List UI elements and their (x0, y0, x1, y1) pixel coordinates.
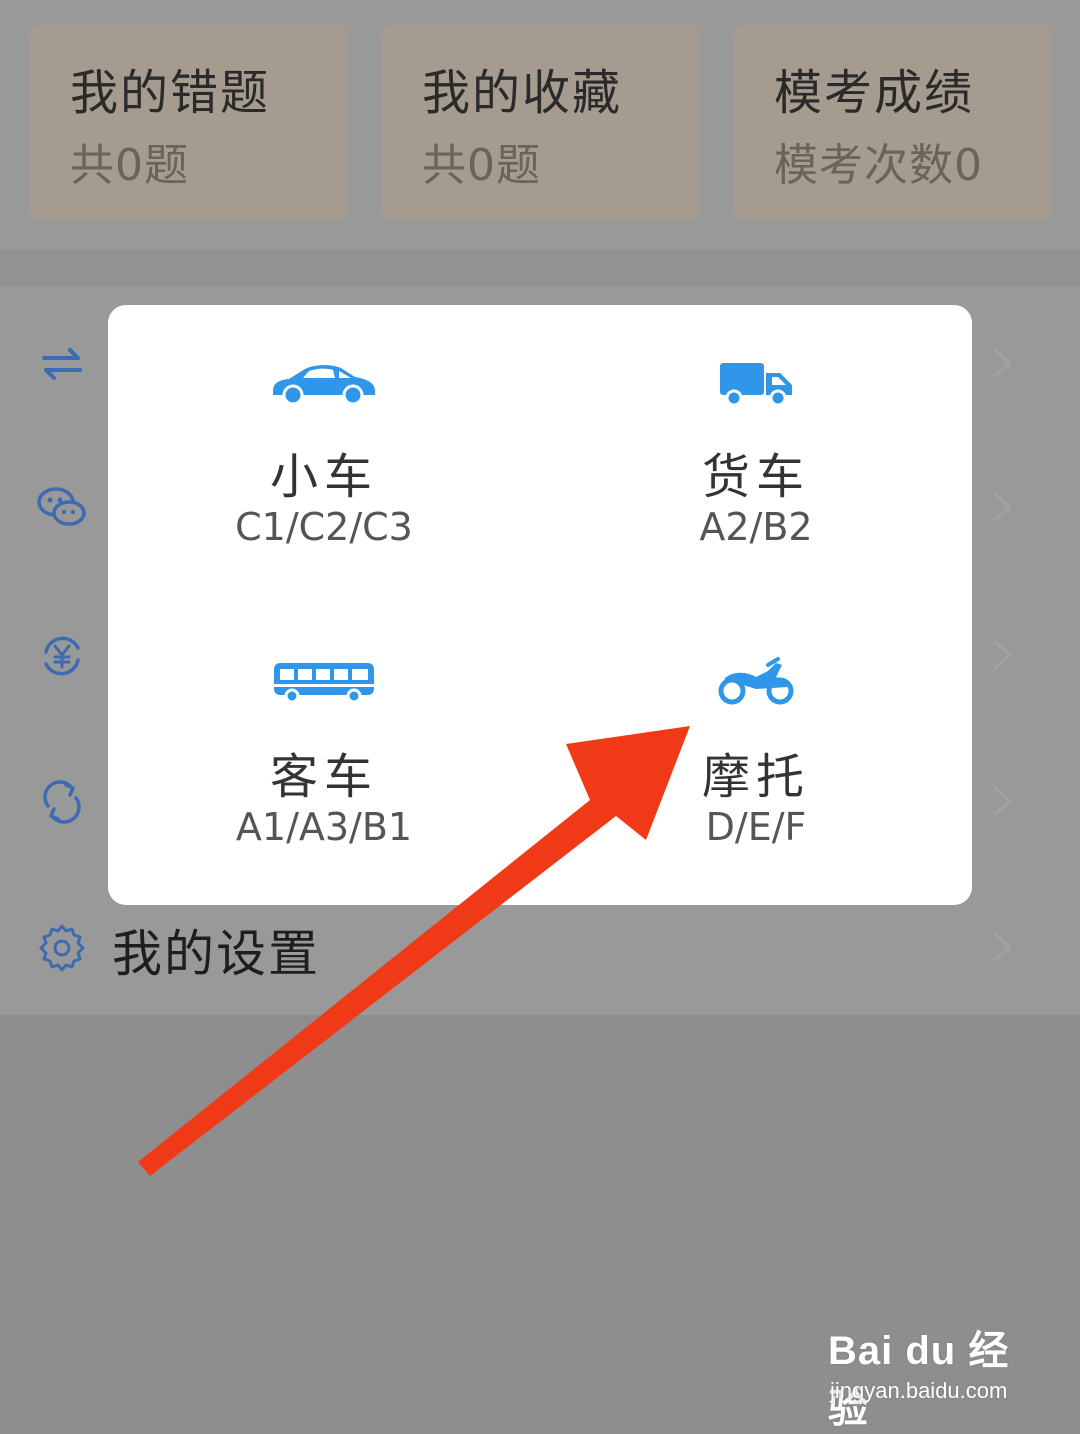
bus-icon (274, 663, 374, 703)
switch-arrows-icon (42, 348, 82, 380)
sync-icon (43, 780, 81, 824)
vehicle-name: 摩托 (701, 749, 810, 805)
motorcycle-icon (718, 657, 794, 705)
chevron-right-icon (993, 347, 1013, 379)
license-class: D/E/F (705, 805, 807, 849)
favorites-card[interactable]: 我的收藏 共0题 (382, 25, 700, 220)
vehicle-option-car[interactable]: 小车 C1/C2/C3 (108, 305, 540, 605)
section-divider (0, 250, 1080, 286)
vehicle-name: 小车 (269, 449, 378, 505)
wrong-questions-card[interactable]: 我的错题 共0题 (30, 25, 348, 220)
chevron-right-icon (993, 785, 1013, 817)
chevron-right-icon (993, 639, 1013, 671)
truck-icon (720, 363, 792, 407)
stat-title: 我的收藏 (422, 65, 623, 121)
yuan-refresh-icon (44, 636, 80, 676)
license-class: A2/B2 (699, 505, 813, 549)
vehicle-name: 货车 (701, 449, 810, 505)
watermark-url: jingyan.baidu.com (830, 1378, 1008, 1403)
gear-icon (39, 924, 85, 972)
watermark-brand: Bai du 经验 (828, 1329, 1010, 1431)
license-class: C1/C2/C3 (235, 505, 413, 549)
stat-title: 我的错题 (70, 65, 271, 121)
baidu-jingyan-watermark: Bai du 经验 jingyan.baidu.com (828, 1318, 1028, 1431)
settings-label: 我的设置 (112, 925, 320, 983)
car-icon (273, 365, 375, 406)
vehicle-option-motorcycle[interactable]: 摩托 D/E/F (540, 605, 972, 905)
vehicle-type-dialog: 小车 C1/C2/C3 货车 A2/B2 客车 A1/A3/B1 摩托 D/E/… (108, 305, 972, 905)
chevron-right-icon (993, 491, 1013, 523)
license-class: A1/A3/B1 (235, 805, 413, 849)
chevron-right-icon (993, 931, 1013, 963)
vehicle-name: 客车 (269, 749, 378, 805)
wechat-icon (37, 487, 86, 526)
stat-sub: 共0题 (422, 140, 541, 191)
vehicle-option-truck[interactable]: 货车 A2/B2 (540, 305, 972, 605)
menu-item-settings[interactable]: 我的设置 (0, 892, 1080, 1002)
stat-title: 模考成绩 (774, 65, 975, 121)
stat-sub: 模考次数0 (774, 140, 983, 191)
stat-sub: 共0题 (70, 140, 189, 191)
vehicle-option-bus[interactable]: 客车 A1/A3/B1 (108, 605, 540, 905)
mock-exam-card[interactable]: 模考成绩 模考次数0 (734, 25, 1052, 220)
